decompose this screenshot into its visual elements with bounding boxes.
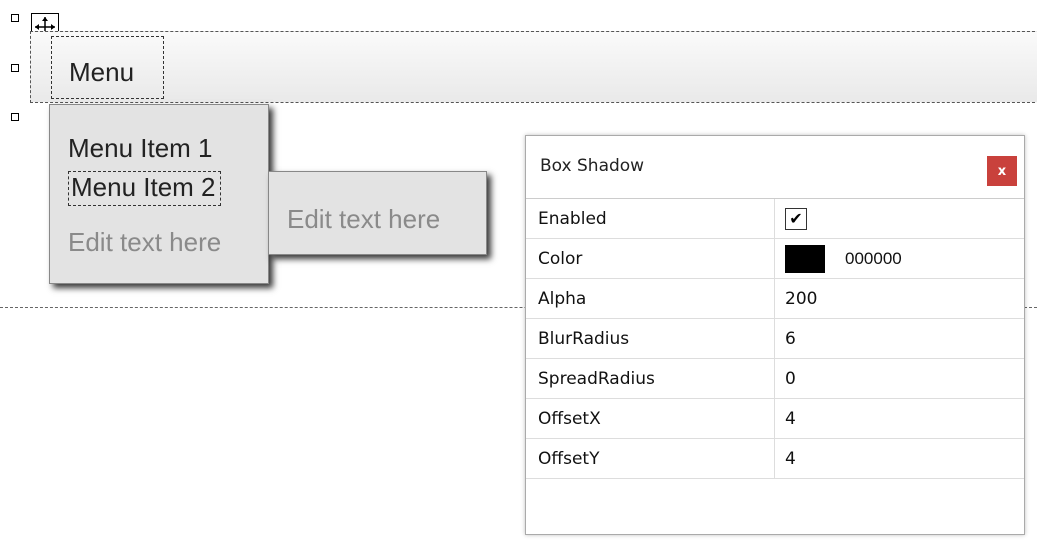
- panel-header[interactable]: Box Shadow x: [526, 136, 1024, 198]
- property-name: OffsetX: [526, 399, 775, 438]
- property-value[interactable]: 200: [775, 279, 1024, 318]
- property-name: Alpha: [526, 279, 775, 318]
- property-value[interactable]: 000000: [775, 239, 1024, 278]
- property-name: OffsetY: [526, 439, 775, 478]
- property-value[interactable]: 0: [775, 359, 1024, 398]
- property-value[interactable]: 4: [775, 399, 1024, 438]
- property-row: BlurRadius 6: [526, 319, 1024, 359]
- menu-item-placeholder[interactable]: Edit text here: [68, 227, 221, 258]
- box-shadow-panel: Box Shadow x Enabled ✔ Color 000000 Alph…: [525, 135, 1025, 535]
- property-row: OffsetY 4: [526, 439, 1024, 479]
- color-swatch[interactable]: [785, 245, 825, 273]
- enabled-checkbox[interactable]: ✔: [785, 208, 807, 230]
- panel-title: Box Shadow: [540, 156, 645, 176]
- menu-title[interactable]: Menu: [51, 36, 164, 99]
- property-row: Alpha 200: [526, 279, 1024, 319]
- close-icon: x: [997, 163, 1007, 179]
- resize-handle[interactable]: [11, 113, 19, 121]
- menu-bar: Menu: [30, 31, 1037, 103]
- property-row: Color 000000: [526, 239, 1024, 279]
- resize-handle[interactable]: [11, 14, 19, 22]
- menu-item-1[interactable]: Menu Item 1: [68, 133, 213, 164]
- dropdown-menu: Menu Item 1 Menu Item 2 Edit text here: [49, 104, 269, 284]
- property-row: OffsetX 4: [526, 399, 1024, 439]
- resize-handle[interactable]: [11, 64, 19, 72]
- property-value[interactable]: 6: [775, 319, 1024, 358]
- property-name: Color: [526, 239, 775, 278]
- menu-item-2[interactable]: Menu Item 2: [68, 171, 221, 206]
- property-grid: Enabled ✔ Color 000000 Alpha 200 BlurRad…: [526, 198, 1024, 479]
- color-value[interactable]: 000000: [845, 249, 902, 269]
- property-name: SpreadRadius: [526, 359, 775, 398]
- property-name: BlurRadius: [526, 319, 775, 358]
- property-value[interactable]: 4: [775, 439, 1024, 478]
- property-name: Enabled: [526, 199, 775, 238]
- property-row: SpreadRadius 0: [526, 359, 1024, 399]
- submenu[interactable]: Edit text here: [268, 171, 487, 255]
- submenu-placeholder[interactable]: Edit text here: [287, 204, 440, 234]
- property-row: Enabled ✔: [526, 199, 1024, 239]
- close-button[interactable]: x: [987, 156, 1017, 186]
- property-value[interactable]: ✔: [775, 199, 1024, 238]
